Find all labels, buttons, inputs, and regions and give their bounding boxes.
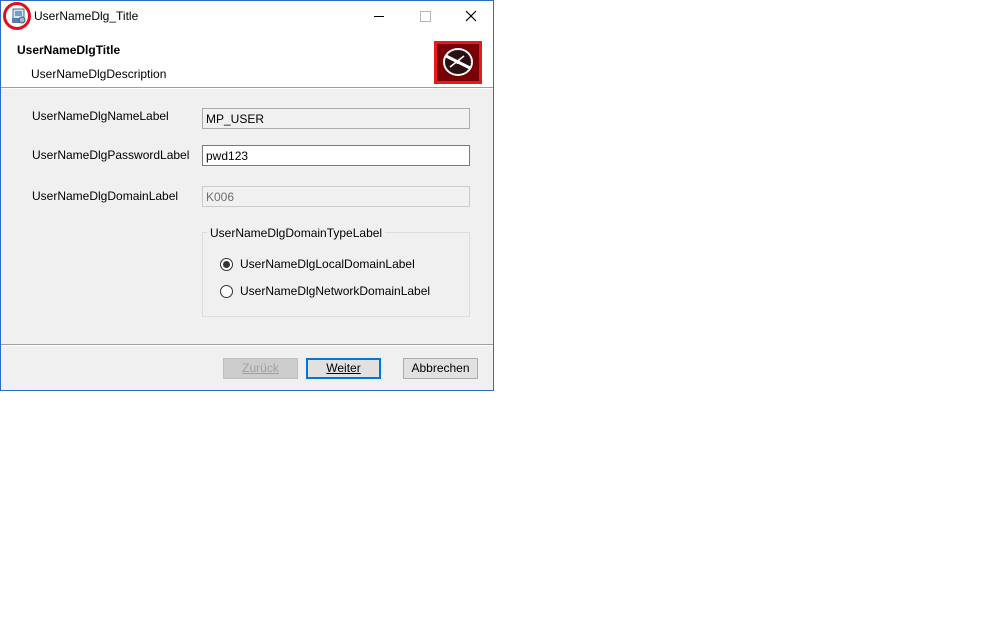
header-separator bbox=[1, 87, 493, 89]
network-domain-option[interactable]: UserNameDlgNetworkDomainLabel bbox=[220, 284, 430, 298]
banner-title: UserNameDlgTitle bbox=[17, 43, 121, 57]
domain-type-group bbox=[202, 232, 470, 317]
footer-separator bbox=[1, 344, 493, 346]
domain-label: UserNameDlgDomainLabel bbox=[32, 189, 179, 203]
disk-icon bbox=[434, 41, 482, 84]
back-button-label: Zurück bbox=[242, 361, 279, 375]
dialog-banner: UserNameDlgTitle UserNameDlgDescription bbox=[1, 32, 493, 87]
password-label: UserNameDlgPasswordLabel bbox=[32, 148, 190, 162]
network-domain-label: UserNameDlgNetworkDomainLabel bbox=[240, 284, 431, 298]
banner-description: UserNameDlgDescription bbox=[31, 67, 167, 81]
maximize-button[interactable] bbox=[402, 1, 448, 32]
back-button: Zurück bbox=[223, 358, 298, 379]
next-button-label: Weiter bbox=[326, 361, 361, 375]
domain-type-legend: UserNameDlgDomainTypeLabel bbox=[207, 226, 386, 240]
cancel-button-label: Abbrechen bbox=[411, 361, 470, 375]
highlight-circle-icon bbox=[3, 2, 31, 30]
window-title: UserNameDlg_Title bbox=[34, 9, 139, 23]
name-label: UserNameDlgNameLabel bbox=[32, 109, 169, 123]
password-field[interactable] bbox=[202, 145, 470, 166]
local-domain-option[interactable]: UserNameDlgLocalDomainLabel bbox=[220, 257, 415, 271]
local-domain-label: UserNameDlgLocalDomainLabel bbox=[240, 257, 415, 271]
domain-field bbox=[202, 186, 470, 207]
minimize-button[interactable] bbox=[356, 1, 402, 32]
installer-dialog-window: UserNameDlg_Title UserNameDlgTitle UserN… bbox=[0, 0, 494, 391]
name-field[interactable] bbox=[202, 108, 470, 129]
close-button[interactable] bbox=[448, 1, 494, 32]
title-bar[interactable]: UserNameDlg_Title bbox=[1, 1, 493, 32]
cancel-button[interactable]: Abbrechen bbox=[403, 358, 478, 379]
next-button[interactable]: Weiter bbox=[306, 358, 381, 379]
radio-button-selected[interactable] bbox=[220, 257, 233, 271]
close-icon bbox=[465, 10, 477, 22]
radio-button-unselected[interactable] bbox=[220, 284, 233, 298]
